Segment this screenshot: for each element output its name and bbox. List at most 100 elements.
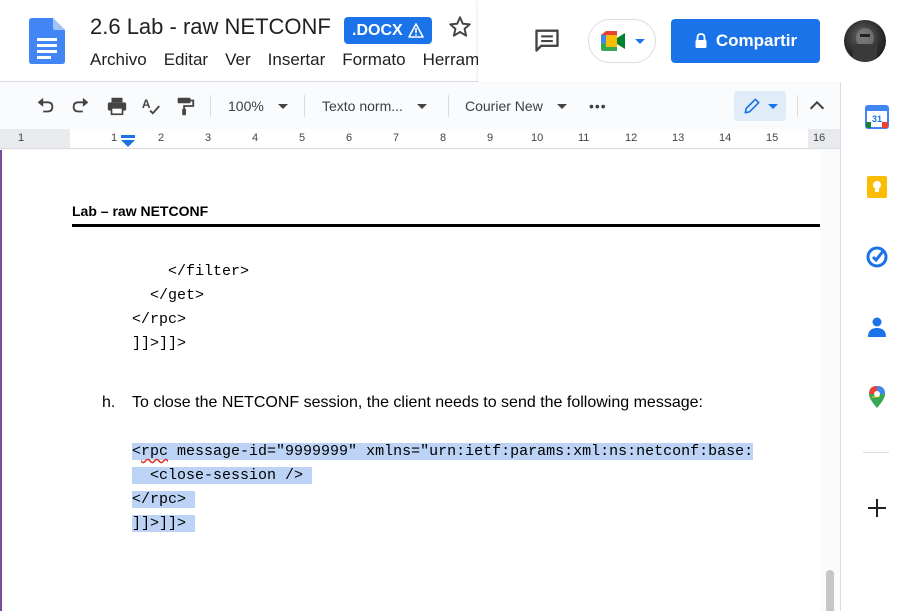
svg-text:31: 31 bbox=[872, 114, 882, 124]
formatting-toolbar: A 100% Texto norm... Courier New ••• bbox=[0, 83, 840, 129]
code-line-text: message-id="9999999" xmlns="urn:ietf:par… bbox=[168, 443, 754, 460]
ruler-number: 11 bbox=[578, 132, 590, 144]
avatar[interactable] bbox=[844, 20, 886, 62]
toolbar-divider bbox=[304, 95, 305, 117]
ruler-left-margin bbox=[0, 129, 70, 148]
code-line: ]]>]]> bbox=[132, 335, 187, 352]
title-area: 2.6 Lab - raw NETCONF .DOCX Archivo Edit… bbox=[0, 0, 478, 82]
title-bar-actions: Compartir bbox=[478, 0, 908, 82]
editing-mode-dropdown-icon bbox=[768, 103, 778, 109]
code-line-text: <close-session /> bbox=[132, 467, 304, 484]
contacts-icon[interactable] bbox=[865, 315, 889, 339]
more-options-button[interactable]: ••• bbox=[589, 93, 607, 119]
tasks-icon[interactable] bbox=[865, 245, 889, 269]
ruler-number: 1 bbox=[111, 132, 118, 144]
docx-badge-label: .DOCX bbox=[352, 22, 403, 39]
title-bar: 2.6 Lab - raw NETCONF .DOCX Archivo Edit… bbox=[0, 0, 908, 82]
toolbar-divider bbox=[210, 95, 211, 117]
selected-code-line: <rpc message-id="9999999" xmlns="urn:iet… bbox=[132, 443, 754, 460]
selected-code-line: ]]>]]> bbox=[132, 512, 196, 536]
code-line: </get> bbox=[132, 287, 205, 304]
zoom-value: 100% bbox=[228, 98, 264, 114]
code-line: </filter> bbox=[132, 263, 250, 280]
meet-button[interactable] bbox=[588, 19, 656, 63]
header-divider bbox=[72, 224, 822, 227]
vertical-scrollbar[interactable] bbox=[820, 150, 840, 611]
more-options-icon: ••• bbox=[589, 98, 607, 114]
menu-insertar[interactable]: Insertar bbox=[268, 50, 326, 70]
menu-archivo[interactable]: Archivo bbox=[90, 50, 147, 70]
ruler-number: 1 bbox=[18, 132, 25, 144]
document-title[interactable]: 2.6 Lab - raw NETCONF bbox=[90, 14, 331, 40]
ruler-number: 9 bbox=[487, 132, 494, 144]
horizontal-ruler[interactable]: 1 1 2 3 4 5 6 7 8 9 10 11 12 13 14 15 16 bbox=[0, 129, 840, 149]
ruler-number: 3 bbox=[205, 132, 212, 144]
menu-herramientas[interactable]: Herramientas bbox=[423, 50, 478, 70]
editing-mode-button[interactable] bbox=[734, 91, 786, 121]
ruler-number: 16 bbox=[813, 132, 826, 144]
style-dropdown-icon bbox=[416, 103, 427, 109]
calendar-icon[interactable]: 31 bbox=[865, 105, 889, 129]
menu-ver[interactable]: Ver bbox=[225, 50, 251, 70]
zoom-dropdown-icon bbox=[277, 103, 288, 109]
pencil-icon bbox=[744, 98, 760, 114]
menu-bar: Archivo Editar Ver Insertar Formato Herr… bbox=[90, 50, 478, 70]
side-panel: 31 bbox=[840, 82, 908, 611]
ruler-number: 15 bbox=[766, 132, 779, 144]
ruler-number: 10 bbox=[531, 132, 544, 144]
docs-logo-icon[interactable] bbox=[29, 18, 65, 64]
misspelled-word: rpc bbox=[141, 443, 169, 460]
selected-code-line: <close-session /> bbox=[132, 464, 313, 488]
share-button-label: Compartir bbox=[715, 31, 798, 50]
scrollbar-thumb[interactable] bbox=[826, 570, 834, 611]
page-header: Lab – raw NETCONF bbox=[72, 203, 209, 219]
indent-marker-icon[interactable] bbox=[120, 135, 136, 147]
ruler-number: 5 bbox=[299, 132, 306, 144]
redo-icon[interactable] bbox=[70, 95, 92, 117]
svg-text:A: A bbox=[142, 97, 151, 111]
document-page[interactable]: Lab – raw NETCONF </filter> </get> </rpc… bbox=[0, 150, 822, 611]
font-value: Courier New bbox=[465, 98, 543, 114]
ruler-number: 2 bbox=[158, 132, 165, 144]
zoom-select[interactable]: 100% bbox=[228, 93, 288, 119]
style-value: Texto norm... bbox=[322, 98, 403, 114]
step-instruction: To close the NETCONF session, the client… bbox=[132, 394, 703, 411]
font-dropdown-icon bbox=[556, 103, 567, 109]
ruler-number: 6 bbox=[346, 132, 353, 144]
ruler-number: 13 bbox=[672, 132, 685, 144]
paint-format-icon[interactable] bbox=[174, 95, 196, 117]
meet-icon bbox=[601, 31, 625, 51]
google-docs-window: 2.6 Lab - raw NETCONF .DOCX Archivo Edit… bbox=[0, 0, 908, 611]
code-line-text: ]]>]]> bbox=[132, 515, 187, 532]
spellcheck-icon[interactable]: A bbox=[140, 95, 162, 117]
toolbar-divider bbox=[448, 95, 449, 117]
warning-icon bbox=[407, 23, 424, 38]
menu-formato[interactable]: Formato bbox=[342, 50, 405, 70]
keep-icon[interactable] bbox=[865, 175, 889, 199]
ruler-number: 12 bbox=[625, 132, 638, 144]
code-line: </rpc> bbox=[132, 311, 187, 328]
star-icon[interactable] bbox=[447, 14, 473, 40]
undo-icon[interactable] bbox=[34, 95, 56, 117]
avatar-photo-icon bbox=[853, 28, 877, 62]
list-marker: h. bbox=[102, 394, 116, 411]
toolbar-divider bbox=[797, 95, 798, 117]
menu-editar[interactable]: Editar bbox=[164, 50, 208, 70]
document-canvas[interactable]: Lab – raw NETCONF </filter> </get> </rpc… bbox=[0, 150, 840, 611]
add-icon[interactable] bbox=[865, 496, 889, 520]
selected-code-line: </rpc> bbox=[132, 488, 196, 512]
ruler-number: 4 bbox=[252, 132, 259, 144]
comments-icon[interactable] bbox=[533, 26, 561, 54]
ruler-number: 14 bbox=[719, 132, 732, 144]
code-line-text: </rpc> bbox=[132, 491, 187, 508]
side-panel-divider bbox=[863, 452, 889, 453]
docx-badge[interactable]: .DOCX bbox=[344, 17, 432, 44]
collapse-toolbar-icon[interactable] bbox=[806, 95, 828, 117]
style-select[interactable]: Texto norm... bbox=[322, 93, 427, 119]
share-button[interactable]: Compartir bbox=[671, 19, 820, 63]
ruler-number: 7 bbox=[393, 132, 400, 144]
ruler-number: 8 bbox=[440, 132, 447, 144]
font-select[interactable]: Courier New bbox=[465, 93, 567, 119]
maps-icon[interactable] bbox=[865, 385, 889, 409]
print-icon[interactable] bbox=[106, 95, 128, 117]
